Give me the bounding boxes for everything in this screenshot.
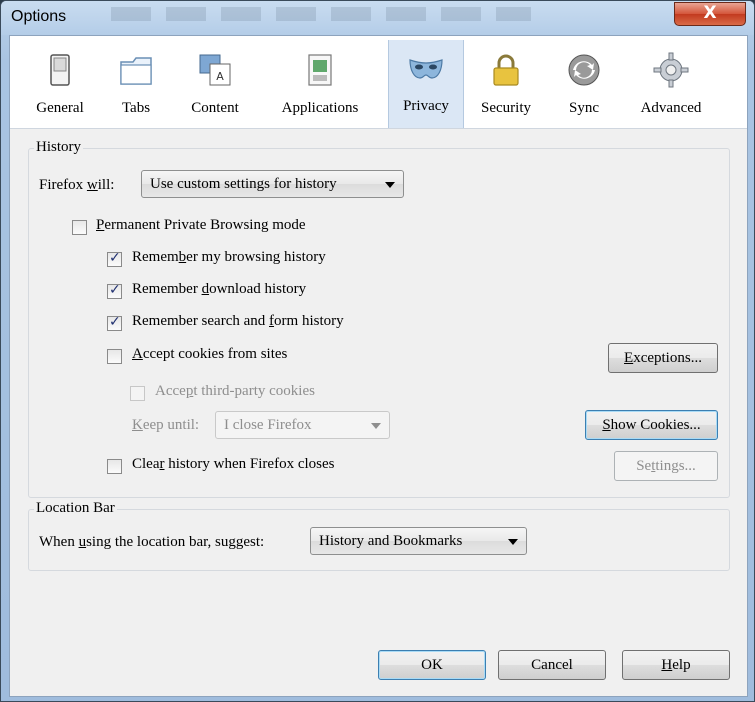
remember-download-label[interactable]: Remember download history <box>132 281 306 298</box>
tab-security[interactable]: Security <box>473 42 539 124</box>
firefox-will-label: Firefox will: <box>39 177 115 193</box>
tab-privacy[interactable]: Privacy <box>388 40 464 128</box>
checkmark-icon: ✓ <box>109 282 121 298</box>
tab-tabs-label: Tabs <box>121 100 151 116</box>
options-window: Options X General Tabs A Content Applica… <box>0 0 755 702</box>
permanent-private-label[interactable]: Permanent Private Browsing mode <box>96 217 306 234</box>
remember-search-form-label[interactable]: Remember search and form history <box>132 313 344 330</box>
switch-icon <box>50 54 70 86</box>
accept-cookies-checkbox[interactable] <box>107 349 122 364</box>
location-bar-suggest-dropdown[interactable]: History and Bookmarks <box>310 527 527 555</box>
exceptions-button[interactable]: Exceptions... <box>608 343 718 373</box>
padlock-icon <box>493 54 519 86</box>
mask-icon <box>409 59 443 79</box>
show-cookies-button[interactable]: Show Cookies... <box>585 410 718 440</box>
settings-button[interactable]: Settings... <box>614 451 718 481</box>
history-legend: History <box>34 139 83 156</box>
window-title: Options <box>11 8 67 25</box>
pane-toolbar: General Tabs A Content Applications Priv… <box>10 36 747 129</box>
tab-content-label: Content <box>191 100 239 116</box>
svg-text:A: A <box>216 70 224 83</box>
tab-general[interactable]: General <box>30 42 90 124</box>
tab-sync[interactable]: Sync <box>556 42 612 124</box>
clear-history-label[interactable]: Clear history when Firefox closes <box>132 456 334 473</box>
checkmark-icon: ✓ <box>109 250 121 266</box>
suggest-value: History and Bookmarks <box>319 533 463 549</box>
tab-security-label: Security <box>481 100 531 116</box>
remember-search-form-checkbox[interactable]: ✓ <box>107 314 122 331</box>
sync-icon <box>568 54 600 86</box>
tab-general-label: General <box>36 100 84 116</box>
ok-button[interactable]: OK <box>378 650 486 680</box>
tab-advanced[interactable]: Advanced <box>628 42 714 124</box>
cancel-button[interactable]: Cancel <box>498 650 606 680</box>
chevron-down-icon <box>371 423 381 429</box>
tab-privacy-label: Privacy <box>403 98 449 114</box>
keep-until-value: I close Firefox <box>224 417 312 433</box>
tab-applications[interactable]: Applications <box>258 42 382 124</box>
history-mode-dropdown[interactable]: Use custom settings for history <box>141 170 404 198</box>
tab-applications-label: Applications <box>281 100 359 116</box>
remember-download-checkbox[interactable]: ✓ <box>107 282 122 299</box>
tab-tabs[interactable]: Tabs <box>108 42 164 124</box>
accept-cookies-label[interactable]: Accept cookies from sites <box>132 346 287 363</box>
keep-until-label: Keep until: <box>132 417 200 433</box>
checkmark-icon: ✓ <box>109 314 121 330</box>
clear-history-checkbox[interactable] <box>107 459 122 474</box>
location-bar-legend: Location Bar <box>34 500 117 517</box>
third-party-cookies-checkbox[interactable] <box>130 386 145 401</box>
chevron-down-icon <box>508 539 518 545</box>
remember-browsing-checkbox[interactable]: ✓ <box>107 250 122 267</box>
third-party-cookies-label: Accept third-party cookies <box>155 383 315 399</box>
tab-content[interactable]: A Content <box>178 42 252 124</box>
close-icon: X <box>703 3 717 23</box>
dialog-client: General Tabs A Content Applications Priv… <box>9 35 748 697</box>
permanent-private-checkbox[interactable] <box>72 220 87 235</box>
tab-sync-label: Sync <box>569 100 599 116</box>
history-mode-value: Use custom settings for history <box>150 176 337 192</box>
remember-browsing-label[interactable]: Remember my browsing history <box>132 249 326 266</box>
chevron-down-icon <box>385 182 395 188</box>
keep-until-dropdown[interactable]: I close Firefox <box>215 411 390 439</box>
close-button[interactable]: X <box>674 2 746 26</box>
applications-icon <box>308 54 332 86</box>
help-button[interactable]: Help <box>622 650 730 680</box>
content-icon: A <box>199 54 231 86</box>
location-bar-prompt: When using the location bar, suggest: <box>39 534 265 550</box>
gear-icon <box>653 52 689 88</box>
background-window-blur <box>111 7 531 21</box>
title-bar[interactable]: Options X <box>1 1 754 35</box>
tabs-icon <box>120 57 152 85</box>
tab-advanced-label: Advanced <box>640 100 702 116</box>
